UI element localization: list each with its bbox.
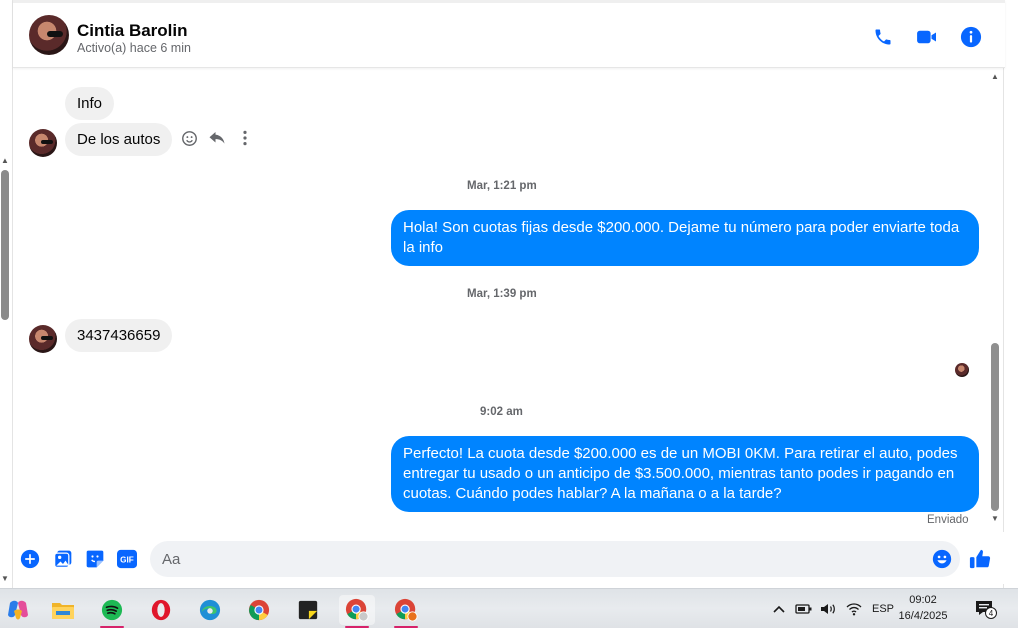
message-in-number[interactable]: 3437436659: [65, 319, 173, 352]
more-options-icon[interactable]: [235, 128, 255, 148]
svg-text:4: 4: [989, 609, 994, 618]
edge-icon[interactable]: [192, 595, 228, 625]
taskbar: ESP 09:02 16/4/2025 4: [0, 588, 1018, 628]
chrome-icon[interactable]: [241, 595, 277, 625]
contact-status: Activo(a) hace 6 min: [77, 41, 191, 55]
timestamp: Mar, 1:39 pm: [467, 288, 537, 300]
contact-avatar[interactable]: [29, 15, 69, 55]
sender-avatar[interactable]: [29, 325, 57, 353]
timestamp: 9:02 am: [480, 406, 523, 418]
clock-time: 09:02: [909, 594, 937, 606]
reply-icon[interactable]: [207, 128, 227, 148]
scroll-up-arrow[interactable]: ▲: [1, 156, 9, 165]
clock-date: 16/4/2025: [898, 610, 948, 622]
message-in-info[interactable]: Info: [65, 87, 115, 120]
page-scrollbar[interactable]: ▲ ▼: [0, 150, 10, 590]
attach-photo-icon[interactable]: [52, 548, 74, 570]
message-actions: [179, 128, 255, 148]
scroll-down-arrow[interactable]: ▼: [1, 574, 9, 583]
message-in-autos[interactable]: De los autos: [65, 123, 173, 156]
message-composer: GIF: [13, 532, 1005, 584]
notification-center-icon[interactable]: 4: [974, 589, 998, 628]
sticky-notes-icon[interactable]: [290, 595, 326, 625]
chat-scrollbar-thumb[interactable]: [991, 343, 999, 511]
chrome-profile-1-icon[interactable]: [339, 595, 375, 628]
emoji-picker-icon[interactable]: [931, 548, 953, 570]
spotify-icon[interactable]: [94, 595, 130, 628]
timestamp: Mar, 1:21 pm: [467, 180, 537, 192]
sender-avatar[interactable]: [29, 129, 57, 157]
sent-status: Enviado: [927, 514, 969, 526]
add-more-icon[interactable]: [19, 548, 41, 570]
svg-text:GIF: GIF: [120, 556, 134, 565]
file-explorer-icon[interactable]: [45, 595, 81, 625]
chat-scroll-up-arrow[interactable]: ▲: [991, 72, 999, 81]
chat-scroll-down-arrow[interactable]: ▼: [991, 514, 999, 523]
system-clock[interactable]: 09:02 16/4/2025: [895, 592, 951, 624]
copilot-icon[interactable]: [0, 595, 36, 625]
message-out-1[interactable]: Hola! Son cuotas fijas desde $200.000. D…: [391, 210, 979, 266]
info-icon[interactable]: [959, 25, 983, 49]
message-out-2[interactable]: Perfecto! La cuota desde $200.000 es de …: [391, 436, 979, 512]
like-thumb-icon[interactable]: [969, 548, 991, 570]
opera-icon[interactable]: [143, 595, 179, 625]
chat-header: Cintia Barolin Activo(a) hace 6 min: [13, 0, 1005, 68]
page-scrollbar-thumb[interactable]: [1, 170, 9, 320]
message-list[interactable]: Info De los autos Mar, 1:21 pm Hola! Son…: [13, 68, 1005, 530]
contact-name[interactable]: Cintia Barolin: [77, 21, 188, 41]
gif-icon[interactable]: GIF: [116, 548, 138, 570]
show-hidden-icons-chevron-icon[interactable]: [772, 589, 786, 628]
react-emoji-icon[interactable]: [179, 128, 199, 148]
input-language[interactable]: ESP: [872, 589, 894, 628]
video-call-icon[interactable]: [915, 25, 939, 49]
sticker-icon[interactable]: [84, 548, 106, 570]
battery-icon[interactable]: [795, 589, 813, 628]
wifi-icon[interactable]: [846, 589, 862, 628]
chrome-profile-2-icon[interactable]: [388, 595, 424, 628]
chat-scrollbar[interactable]: ▲ ▼: [989, 68, 1001, 530]
phone-call-icon[interactable]: [871, 25, 895, 49]
message-input[interactable]: [150, 541, 960, 577]
volume-icon[interactable]: [820, 589, 838, 628]
chat-window: Cintia Barolin Activo(a) hace 6 min Info…: [12, 0, 1005, 588]
seen-indicator-avatar: [955, 363, 969, 377]
